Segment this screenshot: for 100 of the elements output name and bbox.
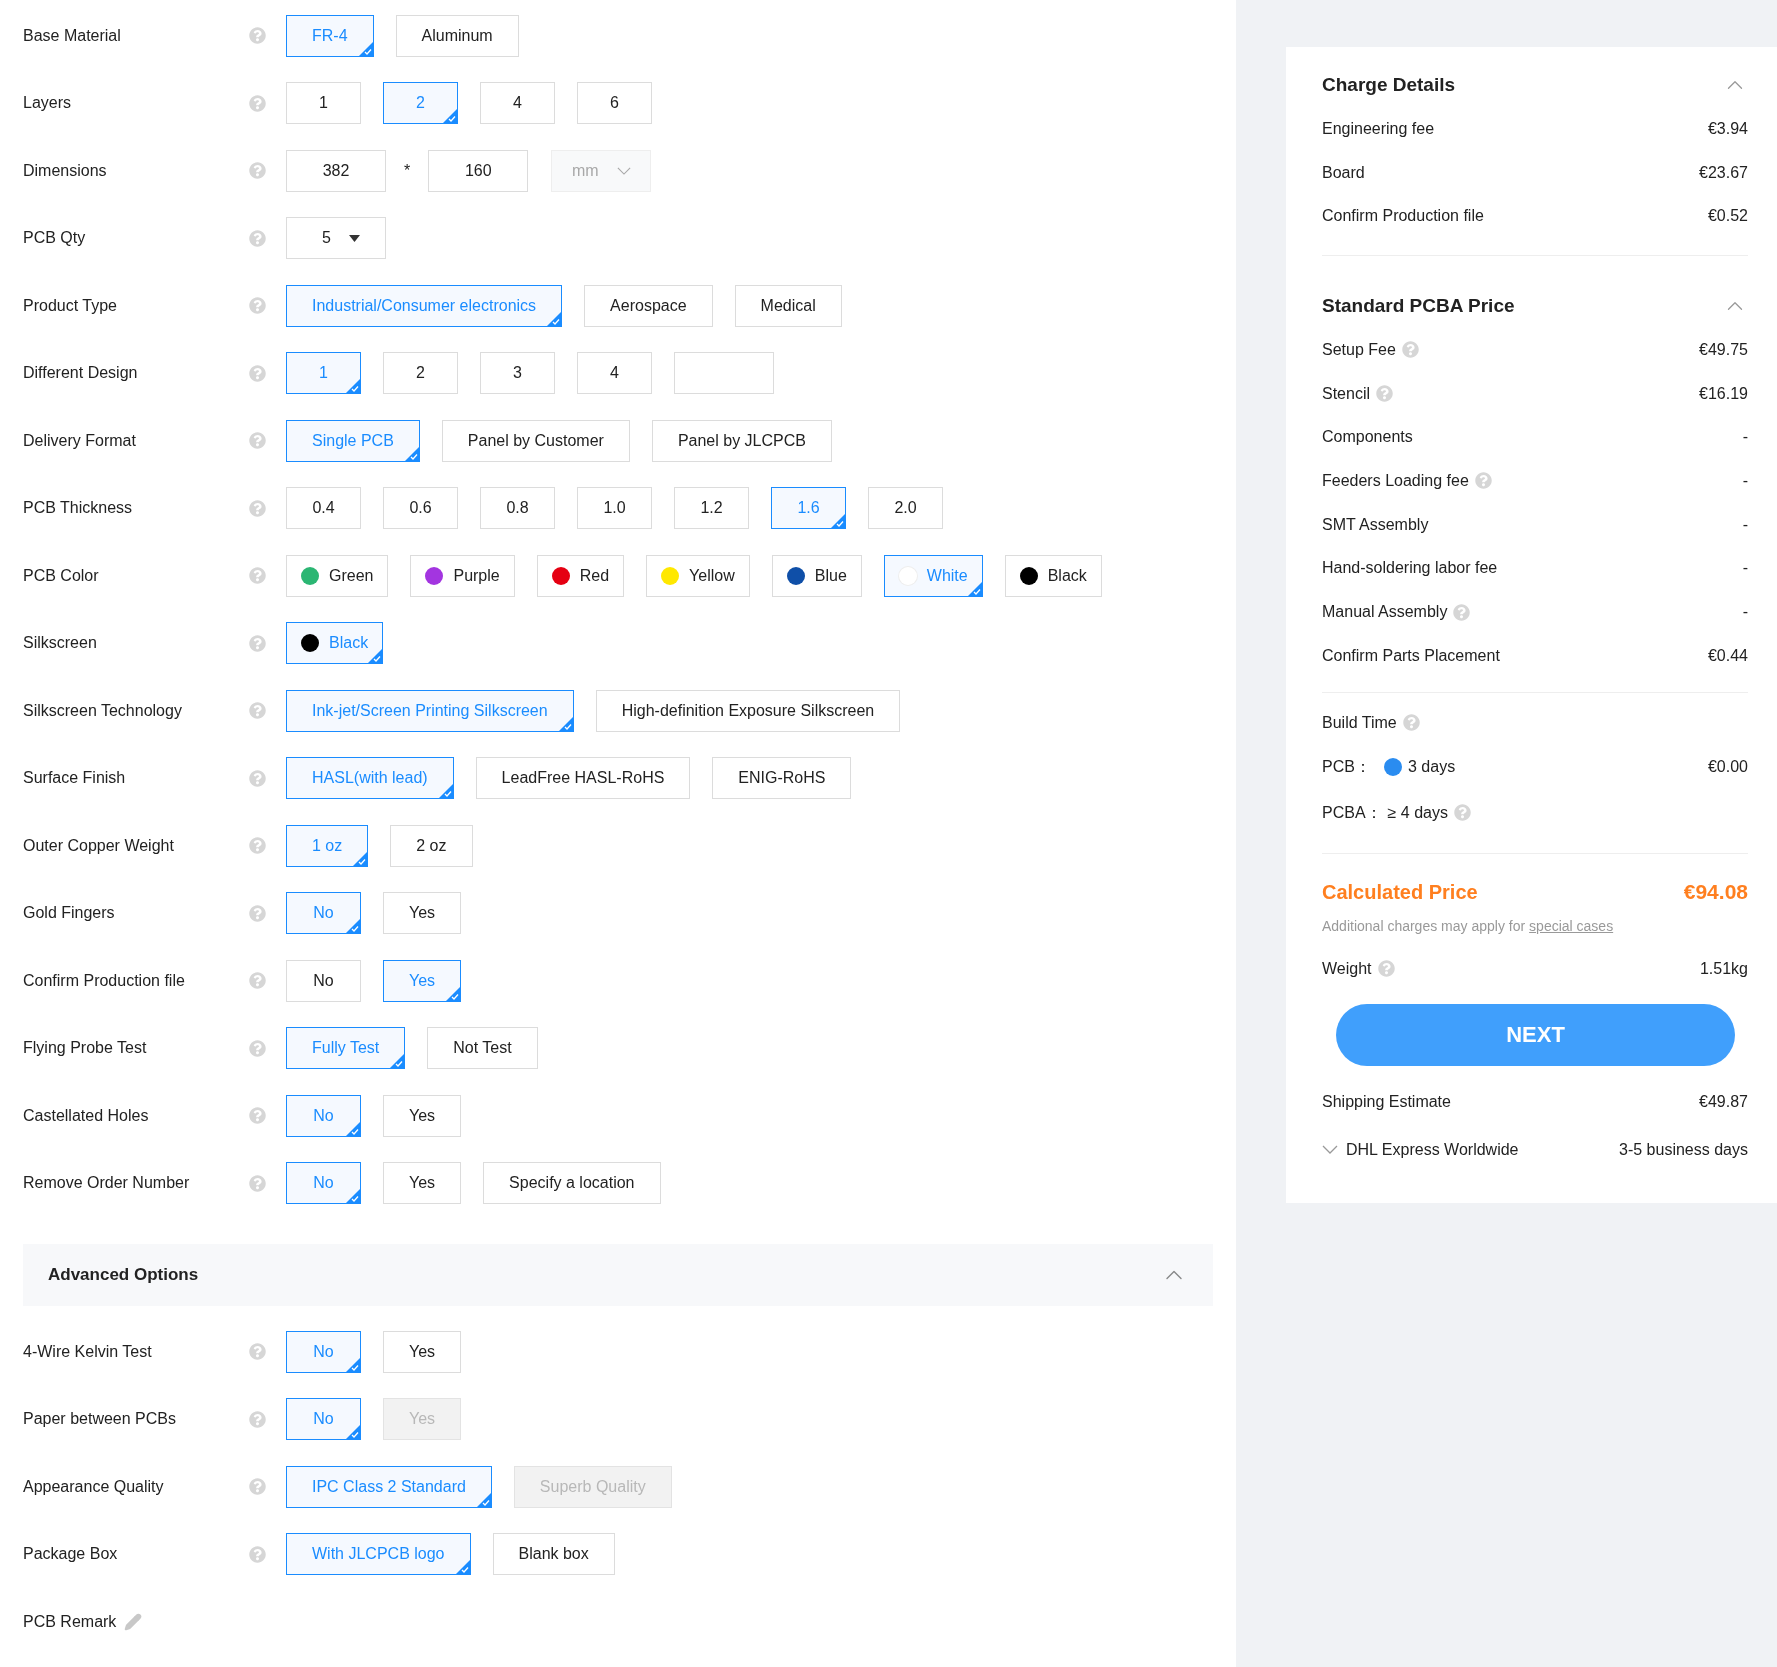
help-icon[interactable] (1453, 603, 1471, 621)
option-button[interactable]: 2 (383, 352, 458, 395)
option-button[interactable]: Panel by JLCPCB (651, 419, 832, 462)
option-button[interactable]: 2.0 (868, 487, 943, 530)
option-button[interactable]: Purple (410, 554, 515, 597)
help-icon[interactable] (249, 1410, 266, 1428)
help-icon[interactable] (1453, 804, 1471, 822)
option-button[interactable]: Green (286, 554, 389, 597)
help-icon[interactable] (249, 1174, 266, 1192)
section-title: Advanced Options (48, 1264, 199, 1287)
width-field[interactable]: 160 (428, 149, 529, 192)
help-icon[interactable] (249, 769, 266, 787)
option-label: Gold Fingers (23, 903, 116, 924)
option-button[interactable]: Yes (383, 892, 462, 935)
option-button[interactable]: Specify a location (483, 1162, 661, 1205)
help-icon[interactable] (1376, 385, 1394, 403)
option-button[interactable]: No (286, 959, 361, 1002)
help-icon[interactable] (249, 904, 266, 922)
help-icon[interactable] (249, 837, 266, 855)
help-icon[interactable] (249, 1107, 266, 1125)
delivery-time: 3-5 business days (1619, 1139, 1748, 1160)
option-button[interactable]: 6 (577, 82, 652, 125)
chevron-down-icon[interactable] (1322, 1145, 1338, 1155)
help-icon[interactable] (249, 432, 266, 450)
option-button[interactable]: High-definition Exposure Silkscreen (595, 689, 901, 732)
option-button[interactable]: Aerospace (584, 284, 713, 327)
option-label: PCB Remark (23, 1612, 117, 1632)
charge-value: €49.75 (1699, 339, 1748, 360)
help-icon[interactable] (249, 634, 266, 652)
option-button[interactable]: 0.4 (286, 487, 361, 530)
help-icon[interactable] (249, 297, 266, 315)
unit-text: mm (571, 160, 599, 181)
help-icon[interactable] (249, 1343, 266, 1361)
option-button[interactable]: 1.2 (674, 487, 749, 530)
build-time-label: Build Time (1322, 712, 1397, 733)
charge-label: Feeders Loading fee (1322, 470, 1469, 491)
check-corner-icon (967, 581, 982, 596)
option-button[interactable]: 3 (480, 352, 555, 395)
option-button[interactable]: 4 (577, 352, 652, 395)
option-button[interactable]: Yellow (646, 554, 750, 597)
option-label: Remove Order Number (23, 1173, 191, 1194)
pcb-days: 3 days (1408, 754, 1456, 779)
help-icon[interactable] (249, 972, 266, 990)
option-button[interactable]: Not Test (427, 1027, 538, 1070)
custom-quantity-field[interactable] (674, 352, 774, 395)
help-icon[interactable] (249, 1039, 266, 1057)
charge-label: Manual Assembly (1322, 602, 1448, 623)
check-corner-icon (390, 1054, 405, 1069)
advanced-options-header[interactable]: Advanced Options (23, 1244, 1213, 1306)
weight-label: Weight (1322, 958, 1372, 979)
charge-label: Setup Fee (1322, 339, 1396, 360)
option-button[interactable]: Medical (734, 284, 842, 327)
option-button[interactable]: 4 (480, 82, 555, 125)
help-icon[interactable] (249, 702, 266, 720)
help-icon[interactable] (249, 229, 266, 247)
help-icon[interactable] (249, 1545, 266, 1563)
option-button[interactable]: 1 (286, 82, 361, 125)
check-corner-icon (368, 649, 383, 664)
help-icon[interactable] (249, 94, 266, 112)
charge-label: Hand-soldering labor fee (1322, 558, 1498, 579)
radio-button[interactable] (1384, 757, 1402, 776)
help-icon[interactable] (1401, 341, 1419, 359)
help-icon[interactable] (249, 364, 266, 382)
help-icon[interactable] (249, 499, 266, 517)
option-button[interactable]: 2 oz (390, 824, 473, 867)
option-button[interactable]: 1.0 (577, 487, 652, 530)
pencil-icon[interactable] (124, 1613, 143, 1631)
option-button[interactable]: ENIG-RoHS (712, 757, 852, 800)
option-button[interactable]: Yes (383, 1162, 462, 1205)
check-corner-icon (476, 1492, 491, 1507)
help-icon[interactable] (249, 1478, 266, 1496)
check-corner-icon (346, 1357, 360, 1372)
option-button[interactable]: Aluminum (395, 14, 519, 57)
check-corner-icon (346, 379, 360, 394)
option-button[interactable]: Blue (771, 554, 862, 597)
carrier-name[interactable]: DHL Express Worldwide (1346, 1137, 1519, 1162)
help-icon[interactable] (249, 162, 266, 180)
option-label: Confirm Production file (23, 970, 186, 991)
help-icon[interactable] (249, 27, 266, 45)
help-icon[interactable] (1377, 960, 1395, 978)
quantity-select[interactable]: 5 (286, 217, 386, 260)
option-button[interactable]: Blank box (492, 1533, 615, 1576)
option-button[interactable]: Yes (383, 1094, 462, 1137)
check-corner-icon (547, 311, 562, 326)
check-corner-icon (346, 1121, 360, 1136)
charge-label: Board (1322, 162, 1365, 183)
option-button[interactable]: Panel by Customer (441, 419, 630, 462)
option-button[interactable]: Yes (383, 1330, 462, 1373)
help-icon[interactable] (1474, 472, 1492, 490)
option-button[interactable]: Red (536, 554, 625, 597)
help-icon[interactable] (1402, 714, 1420, 732)
option-button[interactable]: 0.6 (383, 487, 458, 530)
check-corner-icon (346, 1189, 360, 1204)
help-icon[interactable] (249, 567, 266, 585)
option-button[interactable]: 0.8 (480, 487, 555, 530)
option-label: Delivery Format (23, 430, 137, 451)
option-button[interactable]: LeadFree HASL-RoHS (475, 757, 691, 800)
length-field[interactable]: 382 (286, 149, 386, 192)
option-button[interactable]: Black (1004, 554, 1102, 597)
option-label: Appearance Quality (23, 1476, 165, 1497)
